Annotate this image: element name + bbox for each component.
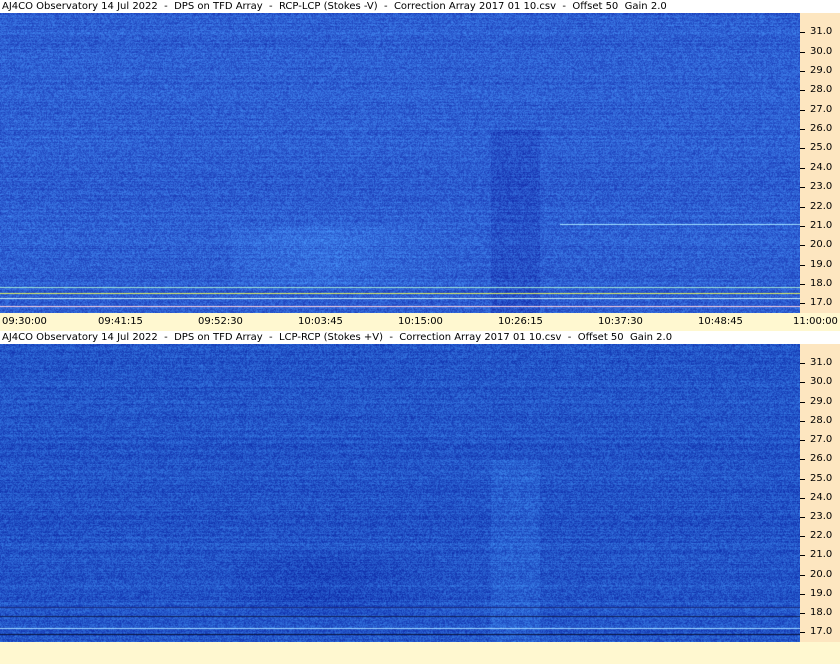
top-freq-tick-mark <box>800 265 805 266</box>
top-freq-tick-mark <box>800 168 805 169</box>
time-tick-label: 09:41:15 <box>98 316 143 327</box>
top-freq-tick-mark <box>800 32 805 33</box>
top-freq-tick-mark <box>800 284 805 285</box>
bottom-panel-title: AJ4CO Observatory 14 Jul 2022 - DPS on T… <box>2 331 840 344</box>
time-tick-label: 10:37:30 <box>598 316 643 327</box>
bottom-freq-tick-mark <box>800 459 805 460</box>
top-spectrogram <box>0 13 800 313</box>
top-freq-tick-mark <box>800 71 805 72</box>
top-freq-tick-label: 30.0 <box>810 46 833 57</box>
top-freq-tick-label: 18.0 <box>810 278 833 289</box>
bottom-freq-tick-label: 25.0 <box>810 473 833 484</box>
bottom-freq-tick-mark <box>800 363 805 364</box>
time-tick-label: 09:52:30 <box>198 316 243 327</box>
bottom-freq-tick-mark <box>800 440 805 441</box>
top-freq-tick-label: 23.0 <box>810 181 833 192</box>
bottom-freq-tick-label: 18.0 <box>810 607 833 618</box>
top-freq-tick-label: 29.0 <box>810 65 833 76</box>
bottom-freq-tick-label: 29.0 <box>810 396 833 407</box>
bottom-freq-tick-mark <box>800 555 805 556</box>
top-freq-tick-mark <box>800 207 805 208</box>
top-freq-tick-label: 21.0 <box>810 220 833 231</box>
bottom-freq-tick-mark <box>800 536 805 537</box>
top-freq-tick-label: 25.0 <box>810 142 833 153</box>
time-tick-label: 10:15:00 <box>398 316 443 327</box>
top-freq-tick-mark <box>800 52 805 53</box>
bottom-freq-tick-label: 22.0 <box>810 530 833 541</box>
top-freq-tick-label: 20.0 <box>810 239 833 250</box>
bottom-freq-tick-label: 28.0 <box>810 415 833 426</box>
bottom-freq-tick-label: 30.0 <box>810 376 833 387</box>
bottom-freq-tick-mark <box>800 402 805 403</box>
bottom-status-bar <box>0 642 840 664</box>
bottom-frequency-axis: 31.0 30.0 29.0 28.0 27.0 26.0 25.0 24.0 23.0 22.0… <box>800 344 840 642</box>
bottom-freq-tick-mark <box>800 594 805 595</box>
top-freq-tick-label: 26.0 <box>810 123 833 134</box>
time-tick-label: 09:30:00 <box>2 316 47 327</box>
bottom-spectrogram-canvas <box>0 344 800 642</box>
top-frequency-axis: 31.0 30.0 29.0 28.0 27.0 26.0 25.0 24.0 23.0 22.0… <box>800 13 840 313</box>
top-freq-tick-mark <box>800 226 805 227</box>
bottom-freq-tick-label: 26.0 <box>810 453 833 464</box>
bottom-spectrogram <box>0 344 800 642</box>
top-freq-tick-mark <box>800 90 805 91</box>
top-freq-tick-mark <box>800 129 805 130</box>
bottom-freq-tick-mark <box>800 382 805 383</box>
bottom-freq-tick-label: 23.0 <box>810 511 833 522</box>
top-freq-tick-label: 22.0 <box>810 201 833 212</box>
top-freq-tick-mark <box>800 187 805 188</box>
time-tick-label: 11:00:00 <box>793 316 838 327</box>
top-freq-tick-mark <box>800 148 805 149</box>
bottom-freq-tick-label: 27.0 <box>810 434 833 445</box>
top-freq-tick-mark <box>800 303 805 304</box>
bottom-freq-tick-label: 17.0 <box>810 626 833 637</box>
time-tick-label: 10:48:45 <box>698 316 743 327</box>
bottom-freq-tick-mark <box>800 575 805 576</box>
bottom-freq-tick-mark <box>800 517 805 518</box>
top-freq-tick-mark <box>800 245 805 246</box>
bottom-freq-tick-label: 21.0 <box>810 549 833 560</box>
bottom-freq-tick-label: 24.0 <box>810 492 833 503</box>
top-freq-tick-mark <box>800 110 805 111</box>
top-freq-tick-label: 27.0 <box>810 104 833 115</box>
top-freq-tick-label: 17.0 <box>810 297 833 308</box>
top-spectrogram-canvas <box>0 13 800 313</box>
top-freq-tick-label: 24.0 <box>810 162 833 173</box>
top-freq-tick-label: 28.0 <box>810 84 833 95</box>
top-freq-tick-label: 19.0 <box>810 259 833 270</box>
time-axis: 09:30:00 09:41:15 09:52:30 10:03:45 10:15:00… <box>0 313 840 331</box>
bottom-freq-tick-mark <box>800 632 805 633</box>
bottom-freq-tick-mark <box>800 479 805 480</box>
top-panel-title: AJ4CO Observatory 14 Jul 2022 - DPS on T… <box>2 0 840 13</box>
bottom-freq-tick-mark <box>800 421 805 422</box>
bottom-freq-tick-mark <box>800 613 805 614</box>
time-tick-label: 10:03:45 <box>298 316 343 327</box>
bottom-freq-tick-label: 20.0 <box>810 569 833 580</box>
bottom-freq-tick-label: 31.0 <box>810 357 833 368</box>
time-tick-label: 10:26:15 <box>498 316 543 327</box>
bottom-freq-tick-mark <box>800 498 805 499</box>
bottom-freq-tick-label: 19.0 <box>810 588 833 599</box>
top-freq-tick-label: 31.0 <box>810 26 833 37</box>
